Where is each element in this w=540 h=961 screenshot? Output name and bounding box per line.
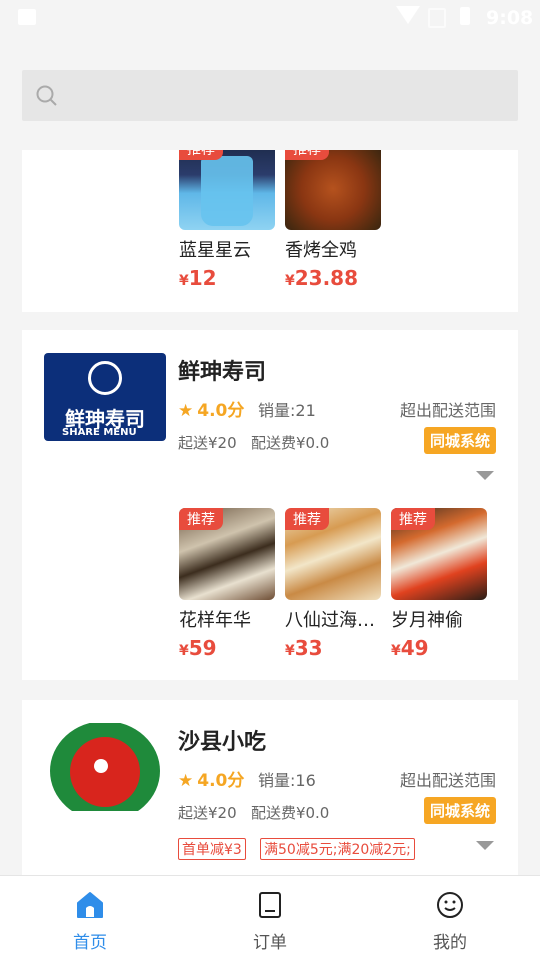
tab-home[interactable]: 首页 <box>0 876 180 961</box>
shop-sales: 销量:16 <box>258 771 316 790</box>
wifi-icon <box>396 6 420 24</box>
star-icon: ★ <box>178 771 194 791</box>
shop-name: 沙县小吃 <box>178 730 267 755</box>
shop-name: 鲜珅寿司 <box>178 360 267 385</box>
recommend-tag: 推荐 <box>285 508 329 530</box>
shop-card[interactable]: 沙县小吃 ★ 4.0分 销量:16 超出配送范围 起送¥20 配送费¥0.0 同城… <box>22 700 518 875</box>
recommend-tag: 推荐 <box>285 150 329 160</box>
signal-icon <box>428 8 446 28</box>
gallery-icon <box>18 9 36 25</box>
tab-orders[interactable]: 订单 <box>180 876 360 961</box>
delivery-range-status: 超出配送范围 <box>399 401 496 420</box>
dish-price: ¥59 <box>179 636 217 660</box>
shop-badge: 同城系统 <box>423 797 496 824</box>
tab-label: 订单 <box>253 933 287 953</box>
dish-item[interactable]: 推荐 岁月神偷 ¥49 <box>391 508 487 660</box>
bottom-tab-bar: 首页 订单 我的 <box>0 875 540 961</box>
shop-card[interactable]: 鲜珅寿司 SHARE MENU 鲜珅寿司 ★ 4.0分 销量:21 超出配送范围 … <box>22 330 518 680</box>
dish-image: 推荐 <box>391 508 487 600</box>
search-input[interactable] <box>22 70 518 121</box>
tab-label: 我的 <box>433 933 467 953</box>
status-bar: 9:08 <box>0 0 540 36</box>
dish-item[interactable]: 推荐 香烤全鸡 ¥23.88 <box>285 150 381 290</box>
search-icon <box>36 85 57 106</box>
delivery-info: 起送¥20 配送费¥0.0 <box>178 434 330 452</box>
recommend-tag: 推荐 <box>391 508 435 530</box>
delivery-info: 起送¥20 配送费¥0.0 <box>178 804 330 822</box>
shop-rating: ★ 4.0分 <box>178 401 245 421</box>
dish-name: 八仙过海… <box>285 610 375 631</box>
dish-price: ¥12 <box>179 266 217 290</box>
shop-logo <box>44 723 166 811</box>
dish-price: ¥49 <box>391 636 429 660</box>
profile-icon <box>437 892 463 918</box>
dish-image: 推荐 <box>285 508 381 600</box>
dish-name: 蓝星星云 <box>179 240 251 261</box>
dish-name: 香烤全鸡 <box>285 240 357 261</box>
status-time: 9:08 <box>486 7 534 29</box>
dish-item[interactable]: 推荐 八仙过海… ¥33 <box>285 508 381 660</box>
promo-tag: 满50减5元;满20减2元; <box>260 838 415 860</box>
promo-tag: 首单减¥3 <box>178 838 246 860</box>
dish-name: 花样年华 <box>179 610 251 631</box>
recommend-tag: 推荐 <box>179 508 223 530</box>
dish-price: ¥33 <box>285 636 323 660</box>
star-icon: ★ <box>178 401 194 421</box>
dish-name: 岁月神偷 <box>391 610 463 631</box>
shop-card[interactable]: 推荐 蓝星星云 ¥12 推荐 香烤全鸡 ¥23.88 <box>22 150 518 312</box>
dish-item[interactable]: 推荐 蓝星星云 ¥12 <box>179 150 275 290</box>
dish-image: 推荐 <box>179 508 275 600</box>
tab-label: 首页 <box>73 933 107 953</box>
dish-item[interactable]: 推荐 花样年华 ¥59 <box>179 508 275 660</box>
recommend-tag: 推荐 <box>179 150 223 160</box>
shop-logo-subtext: SHARE MENU <box>62 427 137 438</box>
expand-arrow-icon[interactable] <box>476 471 494 480</box>
shop-rating: ★ 4.0分 <box>178 771 245 791</box>
order-icon <box>259 892 281 918</box>
shop-logo: 鲜珅寿司 SHARE MENU <box>44 353 166 441</box>
shop-sales: 销量:21 <box>258 401 316 420</box>
dish-image: 推荐 <box>179 150 275 230</box>
expand-arrow-icon[interactable] <box>476 841 494 850</box>
delivery-range-status: 超出配送范围 <box>399 771 496 790</box>
battery-icon <box>460 7 470 25</box>
shop-badge: 同城系统 <box>423 427 496 454</box>
dish-price: ¥23.88 <box>285 266 359 290</box>
tab-profile[interactable]: 我的 <box>360 876 540 961</box>
dish-image: 推荐 <box>285 150 381 230</box>
home-icon <box>77 892 103 918</box>
